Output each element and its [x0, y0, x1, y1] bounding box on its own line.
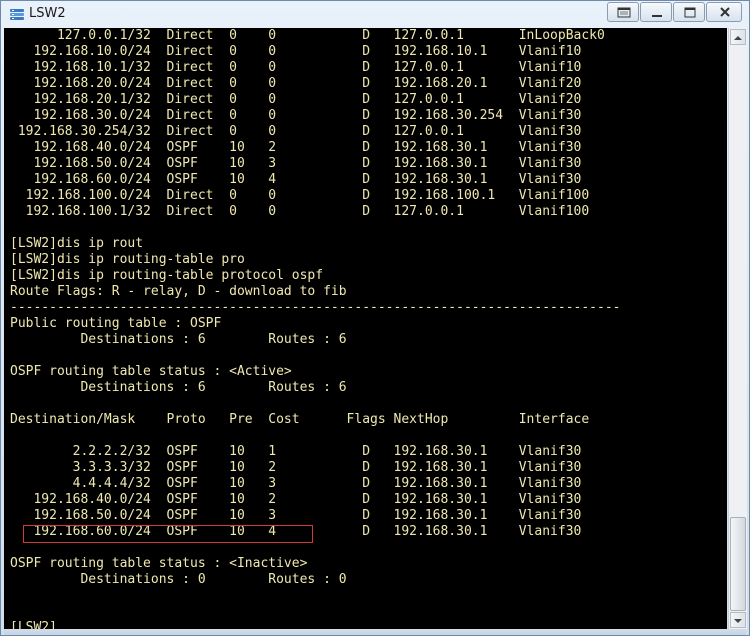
restore-button[interactable]	[607, 2, 639, 22]
scroll-down-button[interactable]	[730, 612, 746, 628]
terminal-lines: 127.0.0.1/32 Direct 0 0 D 127.0.0.1 InLo…	[10, 28, 620, 629]
terminal-line: 192.168.50.0/24 OSPF 10 3 D 192.168.30.1…	[10, 508, 582, 523]
terminal-line: OSPF routing table status : <Active>	[10, 364, 292, 379]
terminal-line: 192.168.100.0/24 Direct 0 0 D 192.168.10…	[10, 188, 590, 203]
terminal-line: 192.168.30.254/32 Direct 0 0 D 127.0.0.1…	[10, 124, 582, 139]
terminal-line: Public routing table : OSPF	[10, 316, 222, 331]
terminal-line: 192.168.40.0/24 OSPF 10 2 D 192.168.30.1…	[10, 492, 582, 507]
terminal-line: 192.168.60.0/24 OSPF 10 4 D 192.168.30.1…	[10, 172, 582, 187]
terminal-line: ----------------------------------------…	[10, 300, 621, 315]
terminal-line: 192.168.10.1/32 Direct 0 0 D 127.0.0.1 V…	[10, 60, 582, 75]
minimize-button[interactable]	[640, 2, 672, 22]
window-title: LSW2	[29, 6, 66, 21]
terminal-line: 192.168.20.1/32 Direct 0 0 D 127.0.0.1 V…	[10, 92, 582, 107]
arrow-down-icon	[734, 619, 742, 623]
arrow-up-icon	[734, 36, 742, 40]
terminal-line: 4.4.4.4/32 OSPF 10 3 D 192.168.30.1 Vlan…	[10, 476, 582, 491]
terminal-output[interactable]: 127.0.0.1/32 Direct 0 0 D 127.0.0.1 InLo…	[4, 28, 727, 629]
terminal-line: [LSW2]dis ip rout	[10, 236, 144, 251]
terminal-line: 2.2.2.2/32 OSPF 10 1 D 192.168.30.1 Vlan…	[10, 444, 582, 459]
terminal-line: 3.3.3.3/32 OSPF 10 2 D 192.168.30.1 Vlan…	[10, 460, 582, 475]
terminal-line: [LSW2]	[10, 620, 57, 629]
window-bottom-edge	[4, 629, 746, 635]
terminal-line: 192.168.100.1/32 Direct 0 0 D 127.0.0.1 …	[10, 204, 590, 219]
terminal-line: 192.168.40.0/24 OSPF 10 2 D 192.168.30.1…	[10, 140, 582, 155]
terminal-line: Destination/Mask Proto Pre Cost Flags Ne…	[10, 412, 590, 427]
terminal-line: [LSW2]dis ip routing-table protocol ospf	[10, 268, 324, 283]
maximize-icon	[684, 7, 696, 18]
close-icon	[720, 7, 730, 17]
vertical-scrollbar[interactable]	[728, 28, 747, 629]
terminal-line: 192.168.10.0/24 Direct 0 0 D 192.168.10.…	[10, 44, 582, 59]
terminal-line: Destinations : 0 Routes : 0	[10, 572, 347, 587]
terminal-line: 192.168.50.0/24 OSPF 10 3 D 192.168.30.1…	[10, 156, 582, 171]
restore-icon	[617, 7, 631, 18]
scroll-up-button[interactable]	[730, 29, 746, 45]
switch-app-icon[interactable]	[9, 6, 25, 22]
title-bar[interactable]: LSW2	[1, 1, 749, 27]
terminal-line: 127.0.0.1/32 Direct 0 0 D 127.0.0.1 InLo…	[10, 28, 605, 43]
terminal-line: 192.168.60.0/24 OSPF 10 4 D 192.168.30.1…	[10, 524, 582, 539]
terminal-window: LSW2 127.0.0.1/32 Direct 0 0 D 127.0.0.1…	[0, 0, 750, 636]
minimize-icon	[652, 15, 662, 17]
terminal-line: Destinations : 6 Routes : 6	[10, 380, 347, 395]
terminal-line: Route Flags: R - relay, D - download to …	[10, 284, 347, 299]
terminal-line: Destinations : 6 Routes : 6	[10, 332, 347, 347]
terminal-line: 192.168.30.0/24 Direct 0 0 D 192.168.30.…	[10, 108, 582, 123]
maximize-button[interactable]	[673, 2, 705, 22]
terminal-line: OSPF routing table status : <Inactive>	[10, 556, 308, 571]
terminal-line: 192.168.20.0/24 Direct 0 0 D 192.168.20.…	[10, 76, 582, 91]
close-button[interactable]	[706, 2, 742, 22]
terminal-line: [LSW2]dis ip routing-table pro	[10, 252, 245, 267]
scroll-thumb[interactable]	[730, 517, 746, 611]
